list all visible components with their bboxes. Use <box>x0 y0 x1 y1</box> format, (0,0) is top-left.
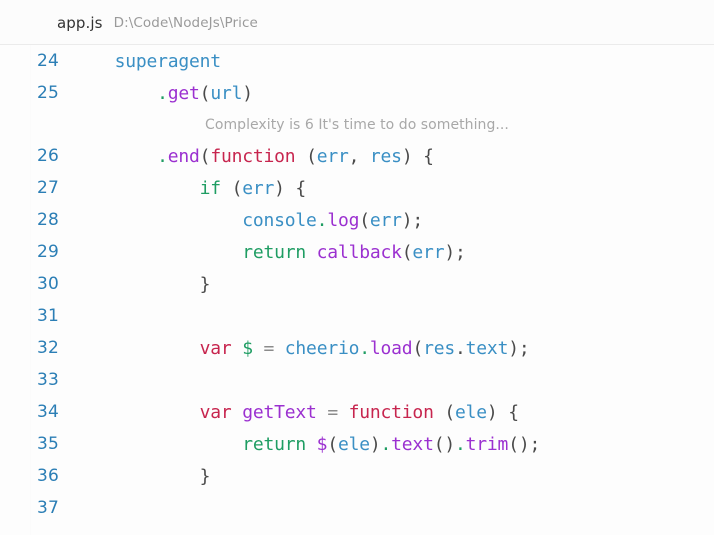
code-line-text[interactable]: superagent <box>72 51 222 72</box>
editor-header: app.js D:\Code\NodeJs\Price <box>0 0 714 45</box>
file-name-label[interactable]: app.js <box>57 14 103 32</box>
line-number: 34 <box>36 402 59 422</box>
code-line-text[interactable]: console.log(err); <box>72 210 423 231</box>
line-number: 32 <box>36 338 59 358</box>
code-line-text[interactable]: var getText = function (ele) { <box>72 402 519 423</box>
code-line-text[interactable]: } <box>72 274 211 295</box>
line-number: 24 <box>36 51 59 71</box>
line-number: 26 <box>36 146 59 166</box>
line-number: 31 <box>36 306 59 326</box>
code-line[interactable]: 25 .get(url) <box>0 77 714 109</box>
code-line[interactable]: 24 superagent <box>0 45 714 77</box>
code-line[interactable]: 33 <box>0 364 714 396</box>
code-line-text[interactable]: .get(url) <box>72 83 253 104</box>
code-line[interactable]: 36 } <box>0 460 714 492</box>
code-line-text[interactable]: var $ = cheerio.load(res.text); <box>72 338 530 359</box>
line-number: 30 <box>36 274 59 294</box>
code-line[interactable]: 37 <box>0 492 714 524</box>
code-line-text[interactable]: if (err) { <box>72 178 307 199</box>
line-number: 28 <box>36 210 59 230</box>
line-number: 36 <box>36 466 59 486</box>
line-number: 25 <box>36 83 59 103</box>
code-line[interactable]: 32 var $ = cheerio.load(res.text); <box>0 332 714 364</box>
line-number: 27 <box>36 178 59 198</box>
complexity-hint-row: Complexity is 6 It's time to do somethin… <box>0 109 714 140</box>
code-editor-window: app.js D:\Code\NodeJs\Price 24 superagen… <box>0 0 714 535</box>
code-line-text[interactable]: .end(function (err, res) { <box>72 146 434 167</box>
code-line[interactable]: 30 } <box>0 268 714 300</box>
line-number: 29 <box>36 242 59 262</box>
code-line[interactable]: 31 <box>0 300 714 332</box>
file-path-label: D:\Code\NodeJs\Price <box>113 14 258 31</box>
line-number: 37 <box>36 498 59 518</box>
code-line[interactable]: 34 var getText = function (ele) { <box>0 396 714 428</box>
code-line[interactable]: 26 .end(function (err, res) { <box>0 140 714 172</box>
code-line-text[interactable]: return $(ele).text().trim(); <box>72 434 540 455</box>
code-line-text[interactable]: return callback(err); <box>72 242 466 263</box>
complexity-hint-text: Complexity is 6 It's time to do somethin… <box>205 116 509 133</box>
line-number: 35 <box>36 434 59 454</box>
code-line[interactable]: 35 return $(ele).text().trim(); <box>0 428 714 460</box>
code-line-text[interactable]: } <box>72 466 211 487</box>
code-line[interactable]: 28 console.log(err); <box>0 204 714 236</box>
code-area[interactable]: 24 superagent 25 .get(url) Complexity is… <box>0 45 714 535</box>
code-line[interactable]: 27 if (err) { <box>0 172 714 204</box>
line-number: 33 <box>36 370 59 390</box>
code-line[interactable]: 29 return callback(err); <box>0 236 714 268</box>
